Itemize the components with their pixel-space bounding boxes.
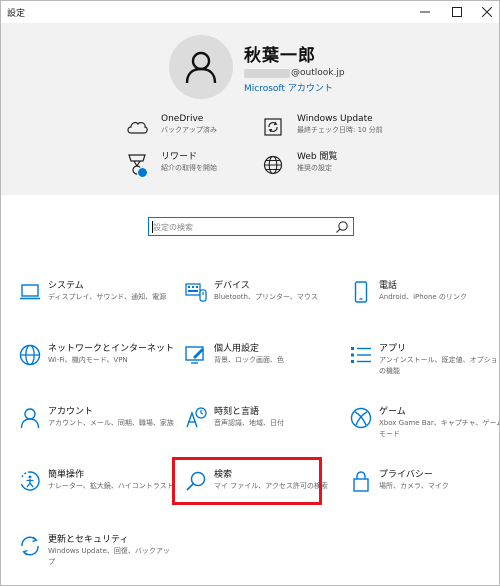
maximize-button[interactable] bbox=[443, 1, 471, 23]
tile-title: 個人用設定 bbox=[214, 344, 260, 354]
notification-dot bbox=[137, 167, 148, 178]
close-button[interactable] bbox=[473, 1, 499, 23]
account-header: 秋葉一郎 @outlook.jp Microsoft アカウント OneDriv… bbox=[1, 23, 499, 195]
update-icon bbox=[259, 113, 287, 141]
tile-gaming[interactable]: ゲーム Xbox Game Bar、キャプチャ、ゲーム モード bbox=[349, 404, 500, 464]
phone-icon bbox=[349, 280, 373, 304]
tile-system[interactable]: システム ディスプレイ、サウンド、通知、電源 bbox=[18, 278, 178, 338]
quick-web-browsing[interactable]: Web 閲覧 推奨の設定 bbox=[259, 151, 337, 179]
email: @outlook.jp bbox=[244, 67, 345, 79]
tile-devices[interactable]: デバイス Bluetooth、プリンター、マウス bbox=[184, 278, 344, 338]
rewards-title: リワード bbox=[161, 152, 198, 162]
tile-time-language[interactable]: 時刻と言語 音声認識、地域、日付 bbox=[184, 404, 344, 464]
quick-onedrive[interactable]: OneDrive バックアップ済み bbox=[123, 113, 217, 141]
avatar[interactable] bbox=[169, 35, 233, 99]
globe-icon bbox=[259, 151, 287, 179]
tile-description: 場所、カメラ、マイク bbox=[379, 482, 449, 490]
tile-description: 背景、ロック画面、色 bbox=[214, 356, 284, 364]
tile-title: プライバシー bbox=[379, 470, 433, 480]
tile-update-security[interactable]: 更新とセキュリティ Windows Update、回復、バックアップ bbox=[18, 532, 178, 585]
tile-privacy[interactable]: プライバシー 場所、カメラ、マイク bbox=[349, 467, 499, 527]
tile-description: アンインストール、既定値、オプションの機能 bbox=[379, 356, 500, 375]
tile-title: ネットワークとインターネット bbox=[48, 344, 175, 354]
tile-description: ナレーター、拡大鏡、ハイコントラスト bbox=[48, 482, 174, 490]
tile-title: デバイス bbox=[214, 281, 250, 291]
windows-update-title: Windows Update bbox=[297, 114, 373, 124]
xbox-icon bbox=[349, 406, 373, 430]
search-icon[interactable] bbox=[335, 220, 349, 234]
person-icon bbox=[18, 406, 42, 430]
sync-icon bbox=[18, 534, 42, 558]
tile-ease-of-access[interactable]: 簡単操作 ナレーター、拡大鏡、ハイコントラスト bbox=[18, 467, 178, 527]
microsoft-account-link[interactable]: Microsoft アカウント bbox=[244, 81, 333, 94]
window-title: 設定 bbox=[7, 9, 26, 19]
close-icon bbox=[482, 7, 492, 17]
ease-of-access-icon bbox=[18, 469, 42, 493]
apps-icon bbox=[349, 343, 373, 367]
maximize-icon bbox=[452, 7, 462, 17]
tile-title: 簡単操作 bbox=[48, 470, 85, 480]
tile-personalization[interactable]: 個人用設定 背景、ロック画面、色 bbox=[184, 341, 344, 401]
text-caret bbox=[152, 221, 153, 233]
onedrive-status: バックアップ済み bbox=[161, 126, 217, 134]
title-bar: 設定 bbox=[1, 1, 499, 23]
windows-update-status: 最終チェック日時: 10 分前 bbox=[297, 126, 383, 134]
tile-description: Bluetooth、プリンター、マウス bbox=[214, 293, 318, 301]
keyboard-icon bbox=[184, 280, 208, 304]
tile-accounts[interactable]: アカウント アカウント、メール、同期、職場、家族 bbox=[18, 404, 178, 464]
tile-title: アカウント bbox=[48, 407, 94, 417]
tile-description: Wi-Fi、機内モード、VPN bbox=[48, 356, 128, 364]
tile-description: Xbox Game Bar、キャプチャ、ゲーム モード bbox=[379, 419, 500, 438]
onedrive-title: OneDrive bbox=[161, 114, 204, 124]
quick-windows-update[interactable]: Windows Update 最終チェック日時: 10 分前 bbox=[259, 113, 383, 141]
tile-title: システム bbox=[48, 281, 84, 291]
tile-description: ディスプレイ、サウンド、通知、電源 bbox=[48, 293, 167, 301]
user-name: 秋葉一郎 bbox=[244, 46, 316, 66]
person-avatar-icon bbox=[185, 51, 217, 84]
tile-phone[interactable]: 電話 Android、iPhone のリンク bbox=[349, 278, 499, 338]
web-browsing-status: 推奨の設定 bbox=[297, 164, 332, 172]
tile-description: 音声認識、地域、日付 bbox=[214, 419, 284, 427]
tile-title: アプリ bbox=[379, 344, 407, 354]
personalization-icon bbox=[184, 343, 208, 367]
globe-icon bbox=[18, 343, 42, 367]
minimize-button[interactable] bbox=[411, 1, 439, 23]
email-domain: @outlook.jp bbox=[291, 68, 345, 78]
web-browsing-title: Web 閲覧 bbox=[297, 152, 338, 162]
tile-apps[interactable]: アプリ アンインストール、既定値、オプションの機能 bbox=[349, 341, 500, 401]
rewards-icon bbox=[123, 151, 151, 179]
tile-title: 電話 bbox=[379, 281, 398, 291]
lock-icon bbox=[349, 469, 373, 493]
quick-rewards[interactable]: リワード 紹介の取得を開始 bbox=[123, 151, 217, 179]
search-tile-highlight bbox=[172, 457, 322, 505]
time-language-icon bbox=[184, 406, 208, 430]
tile-network[interactable]: ネットワークとインターネット Wi-Fi、機内モード、VPN bbox=[18, 341, 178, 401]
rewards-status: 紹介の取得を開始 bbox=[161, 164, 217, 172]
email-redacted bbox=[244, 68, 290, 78]
tile-description: Android、iPhone のリンク bbox=[379, 293, 467, 301]
search-input[interactable] bbox=[153, 221, 333, 233]
tile-description: アカウント、メール、同期、職場、家族 bbox=[48, 419, 174, 427]
laptop-icon bbox=[18, 280, 42, 304]
tile-description: Windows Update、回復、バックアップ bbox=[48, 547, 170, 566]
settings-search[interactable] bbox=[148, 217, 354, 236]
minimize-icon bbox=[420, 11, 430, 13]
tile-title: 時刻と言語 bbox=[214, 407, 260, 417]
tile-title: ゲーム bbox=[379, 407, 406, 417]
cloud-icon bbox=[123, 113, 151, 141]
settings-window: 設定 秋葉一郎 @outlook.jp Microsoft アカウント OneD… bbox=[0, 0, 500, 586]
tile-title: 更新とセキュリティ bbox=[48, 535, 129, 545]
